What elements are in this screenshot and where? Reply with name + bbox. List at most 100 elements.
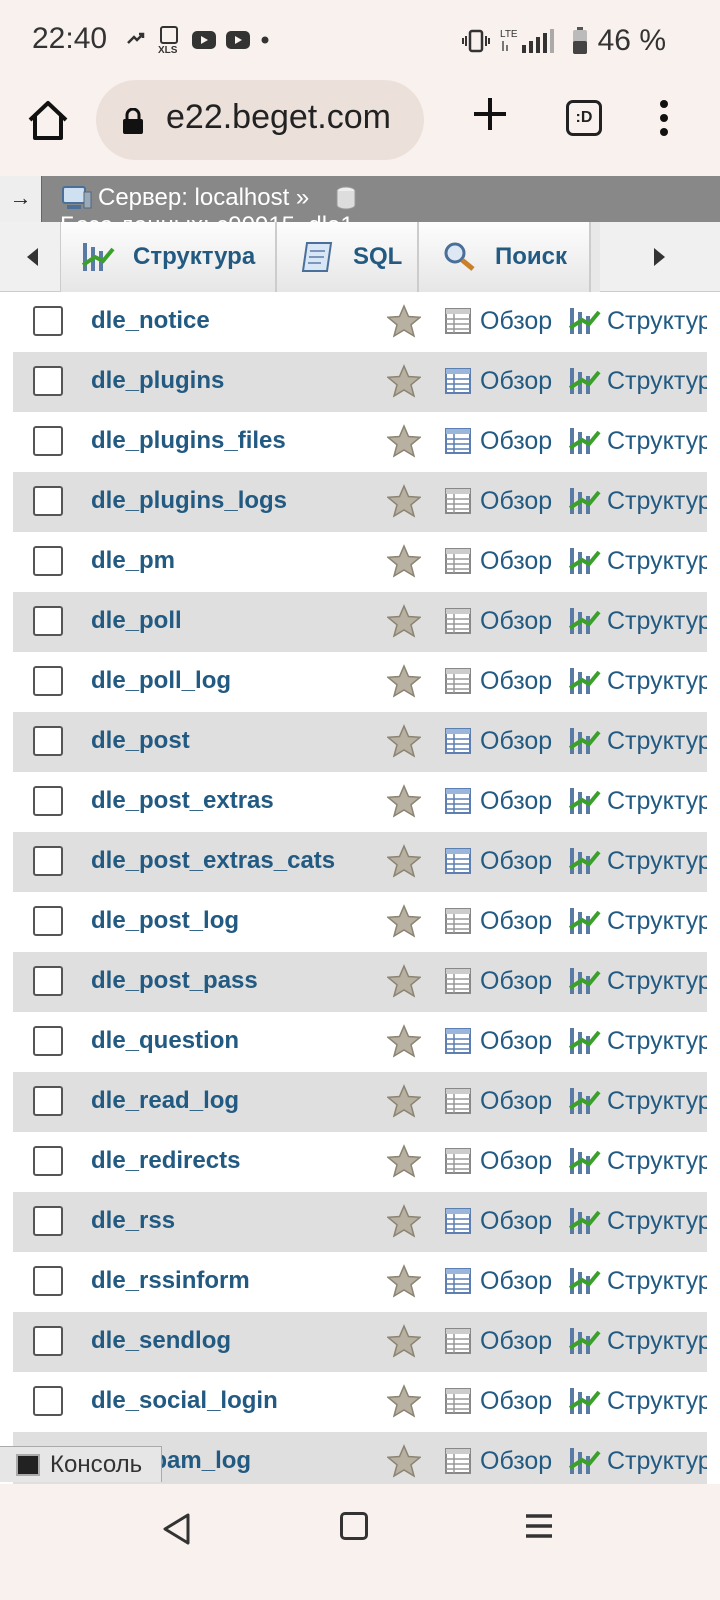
structure-link[interactable]: Структура bbox=[607, 547, 707, 576]
tab-sql[interactable]: SQL bbox=[277, 222, 419, 292]
structure-link[interactable]: Структура bbox=[607, 1207, 707, 1236]
table-name-link[interactable]: dle_notice bbox=[91, 307, 210, 335]
row-checkbox[interactable] bbox=[33, 486, 63, 516]
table-name-link[interactable]: dle_sendlog bbox=[91, 1327, 231, 1355]
structure-link[interactable]: Структура bbox=[607, 727, 707, 756]
row-checkbox[interactable] bbox=[33, 726, 63, 756]
structure-icon[interactable] bbox=[568, 1146, 601, 1176]
row-checkbox[interactable] bbox=[33, 906, 63, 936]
structure-icon[interactable] bbox=[568, 906, 601, 936]
back-icon[interactable] bbox=[160, 1512, 194, 1546]
tab-switcher-button[interactable]: :D bbox=[566, 100, 602, 136]
browse-link[interactable]: Обзор bbox=[480, 787, 552, 816]
table-icon[interactable] bbox=[445, 728, 471, 754]
favorite-star-icon[interactable] bbox=[386, 964, 422, 998]
favorite-star-icon[interactable] bbox=[386, 1444, 422, 1478]
row-checkbox[interactable] bbox=[33, 546, 63, 576]
structure-link[interactable]: Структура bbox=[607, 1447, 707, 1476]
structure-icon[interactable] bbox=[568, 606, 601, 636]
browse-link[interactable]: Обзор bbox=[480, 847, 552, 876]
row-checkbox[interactable] bbox=[33, 606, 63, 636]
structure-link[interactable]: Структура bbox=[607, 1387, 707, 1416]
structure-icon[interactable] bbox=[568, 966, 601, 996]
browse-link[interactable]: Обзор bbox=[480, 1027, 552, 1056]
favorite-star-icon[interactable] bbox=[386, 724, 422, 758]
structure-icon[interactable] bbox=[568, 1026, 601, 1056]
row-checkbox[interactable] bbox=[33, 786, 63, 816]
home-square-icon[interactable] bbox=[340, 1512, 368, 1540]
favorite-star-icon[interactable] bbox=[386, 904, 422, 938]
favorite-star-icon[interactable] bbox=[386, 784, 422, 818]
table-name-link[interactable]: dle_poll bbox=[91, 607, 182, 635]
table-icon[interactable] bbox=[445, 1028, 471, 1054]
structure-link[interactable]: Структура bbox=[607, 367, 707, 396]
table-name-link[interactable]: dle_social_login bbox=[91, 1387, 278, 1415]
favorite-star-icon[interactable] bbox=[386, 544, 422, 578]
favorite-star-icon[interactable] bbox=[386, 1384, 422, 1418]
browse-link[interactable]: Обзор bbox=[480, 487, 552, 516]
row-checkbox[interactable] bbox=[33, 966, 63, 996]
favorite-star-icon[interactable] bbox=[386, 364, 422, 398]
empty-table-icon[interactable] bbox=[445, 1388, 471, 1414]
row-checkbox[interactable] bbox=[33, 1086, 63, 1116]
browse-link[interactable]: Обзор bbox=[480, 667, 552, 696]
empty-table-icon[interactable] bbox=[445, 488, 471, 514]
empty-table-icon[interactable] bbox=[445, 1148, 471, 1174]
favorite-star-icon[interactable] bbox=[386, 484, 422, 518]
empty-table-icon[interactable] bbox=[445, 308, 471, 334]
favorite-star-icon[interactable] bbox=[386, 1084, 422, 1118]
browse-link[interactable]: Обзор bbox=[480, 547, 552, 576]
row-checkbox[interactable] bbox=[33, 1026, 63, 1056]
browse-link[interactable]: Обзор bbox=[480, 307, 552, 336]
table-name-link[interactable]: dle_post_log bbox=[91, 907, 239, 935]
structure-link[interactable]: Структура bbox=[607, 487, 707, 516]
structure-link[interactable]: Структура bbox=[607, 1027, 707, 1056]
structure-icon[interactable] bbox=[568, 1266, 601, 1296]
structure-link[interactable]: Структура bbox=[607, 847, 707, 876]
structure-icon[interactable] bbox=[568, 486, 601, 516]
url-text[interactable]: e22.beget.com bbox=[166, 98, 391, 137]
row-checkbox[interactable] bbox=[33, 1146, 63, 1176]
table-icon[interactable] bbox=[445, 368, 471, 394]
structure-link[interactable]: Структура bbox=[607, 967, 707, 996]
table-name-link[interactable]: dle_plugins_files bbox=[91, 427, 286, 455]
browse-link[interactable]: Обзор bbox=[480, 607, 552, 636]
favorite-star-icon[interactable] bbox=[386, 1264, 422, 1298]
table-name-link[interactable]: dle_post_pass bbox=[91, 967, 258, 995]
structure-icon[interactable] bbox=[568, 1326, 601, 1356]
row-checkbox[interactable] bbox=[33, 426, 63, 456]
structure-link[interactable]: Структура bbox=[607, 907, 707, 936]
scroll-left-icon[interactable] bbox=[24, 246, 40, 268]
row-checkbox[interactable] bbox=[33, 666, 63, 696]
favorite-star-icon[interactable] bbox=[386, 1204, 422, 1238]
tab-structure[interactable]: Структура bbox=[61, 222, 277, 292]
scroll-right-icon[interactable] bbox=[652, 246, 668, 268]
browse-link[interactable]: Обзор bbox=[480, 727, 552, 756]
structure-icon[interactable] bbox=[568, 726, 601, 756]
table-name-link[interactable]: dle_post_extras bbox=[91, 787, 274, 815]
table-icon[interactable] bbox=[445, 1268, 471, 1294]
table-icon[interactable] bbox=[445, 1208, 471, 1234]
row-checkbox[interactable] bbox=[33, 1326, 63, 1356]
row-checkbox[interactable] bbox=[33, 1266, 63, 1296]
browse-link[interactable]: Обзор bbox=[480, 1447, 552, 1476]
console-toggle[interactable]: Консоль bbox=[0, 1446, 162, 1482]
row-checkbox[interactable] bbox=[33, 306, 63, 336]
lock-icon[interactable] bbox=[122, 108, 144, 134]
structure-link[interactable]: Структура bbox=[607, 607, 707, 636]
structure-icon[interactable] bbox=[568, 786, 601, 816]
collapse-nav-arrow-icon[interactable]: → bbox=[0, 176, 42, 222]
browse-link[interactable]: Обзор bbox=[480, 1267, 552, 1296]
home-icon[interactable] bbox=[26, 98, 70, 142]
browse-link[interactable]: Обзор bbox=[480, 967, 552, 996]
structure-icon[interactable] bbox=[568, 1386, 601, 1416]
structure-link[interactable]: Структура bbox=[607, 307, 707, 336]
structure-icon[interactable] bbox=[568, 366, 601, 396]
table-name-link[interactable]: dle_post bbox=[91, 727, 190, 755]
row-checkbox[interactable] bbox=[33, 366, 63, 396]
structure-link[interactable]: Структура bbox=[607, 667, 707, 696]
empty-table-icon[interactable] bbox=[445, 1088, 471, 1114]
breadcrumb-server-link[interactable]: Сервер: localhost » bbox=[98, 184, 309, 212]
structure-icon[interactable] bbox=[568, 1206, 601, 1236]
table-name-link[interactable]: dle_pm bbox=[91, 547, 175, 575]
